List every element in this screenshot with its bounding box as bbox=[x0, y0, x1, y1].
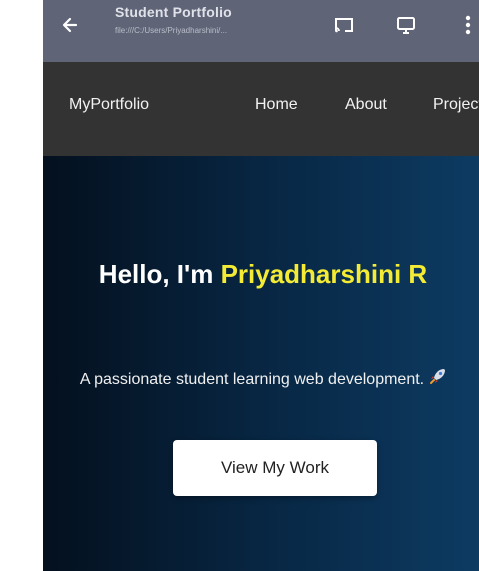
hero-greeting: Hello, I'm bbox=[98, 259, 221, 289]
cast-icon[interactable] bbox=[331, 12, 357, 38]
browser-top-bar: Student Portfolio file:///C:/Users/Priya… bbox=[43, 0, 479, 62]
view-my-work-button[interactable]: View My Work bbox=[173, 440, 377, 496]
nav-link-about[interactable]: About bbox=[345, 96, 387, 114]
nav-link-home[interactable]: Home bbox=[255, 96, 298, 114]
hero-tagline-text: A passionate student learning web develo… bbox=[79, 371, 425, 389]
page-title: Student Portfolio bbox=[115, 4, 232, 20]
nav-link-projects[interactable]: Projects bbox=[433, 96, 479, 114]
page-url: file:///C:/Users/Priyadharshini/... bbox=[115, 26, 228, 35]
hero-heading: Hello, I'm Priyadharshini R bbox=[63, 256, 463, 292]
hero-tagline: A passionate student learning web develo… bbox=[79, 366, 449, 394]
rocket-icon bbox=[428, 366, 448, 394]
hero-section: Hello, I'm Priyadharshini R A passionate… bbox=[43, 156, 479, 571]
site-navbar: MyPortfolio Home About Projects bbox=[43, 62, 479, 156]
browser-title-block: Student Portfolio file:///C:/Users/Priya… bbox=[115, 4, 305, 35]
hero-name: Priyadharshini R bbox=[220, 259, 428, 289]
brand-link[interactable]: MyPortfolio bbox=[69, 96, 149, 114]
app-frame: Student Portfolio file:///C:/Users/Priya… bbox=[43, 0, 479, 571]
more-vert-icon[interactable] bbox=[455, 12, 479, 38]
screen-icon[interactable] bbox=[393, 12, 419, 38]
back-arrow-icon[interactable] bbox=[57, 12, 83, 38]
